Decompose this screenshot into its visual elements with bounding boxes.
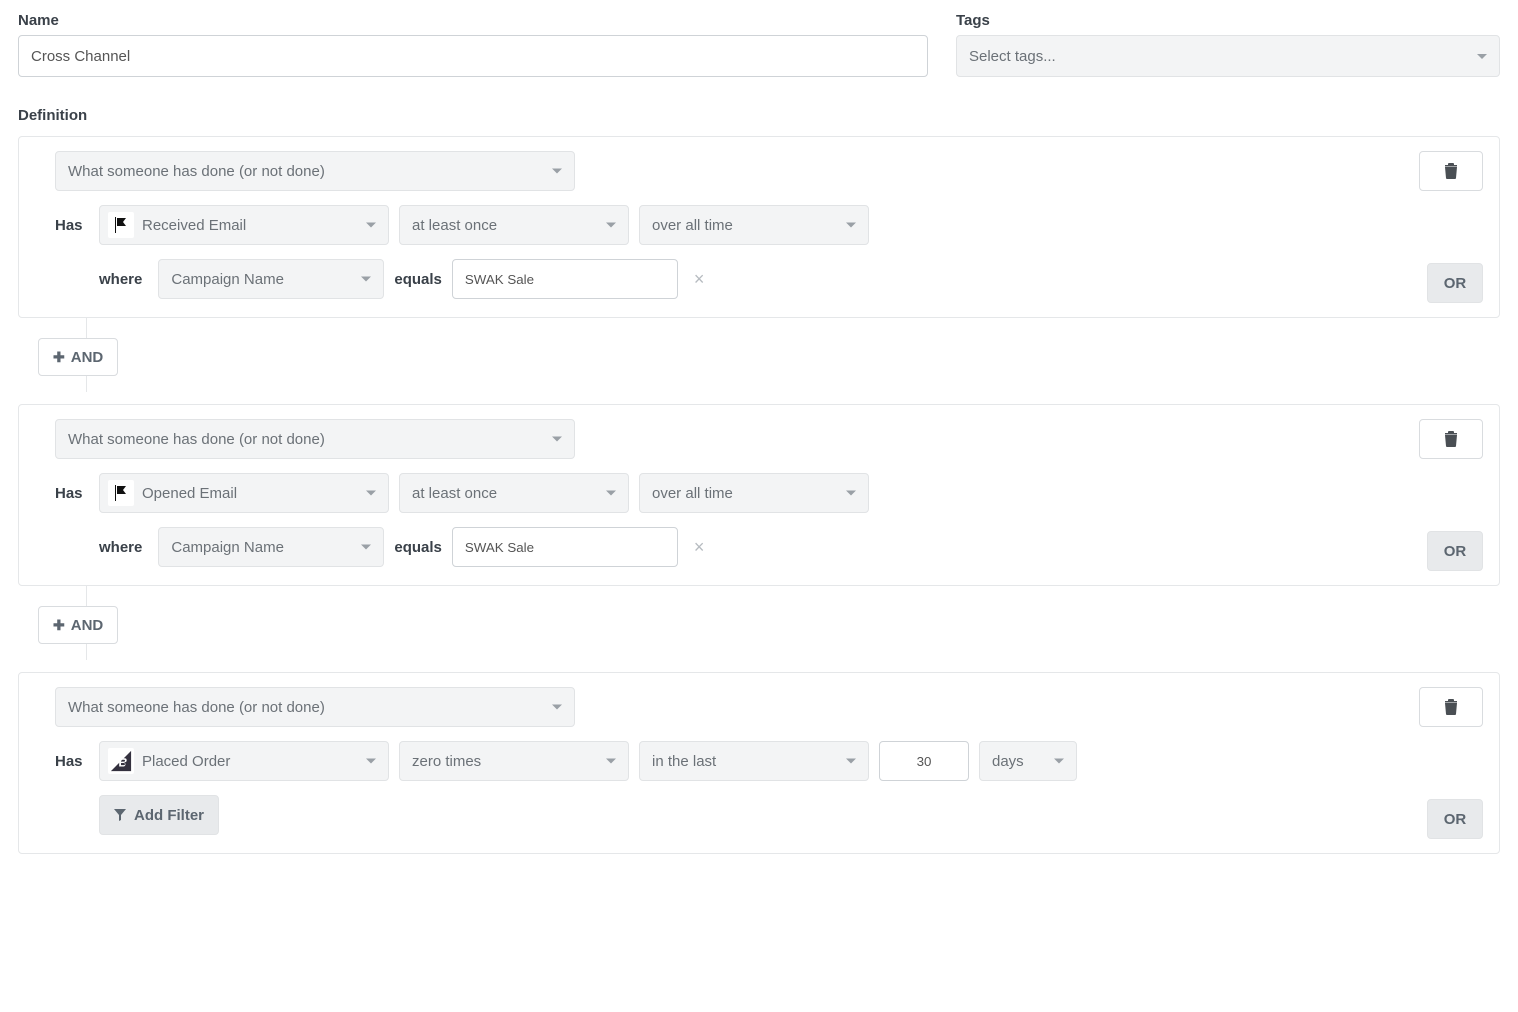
chevron-down-icon — [552, 705, 562, 710]
delete-condition-button[interactable] — [1419, 151, 1483, 191]
or-button[interactable]: OR — [1427, 263, 1483, 303]
condition-card: What someone has done (or not done) Has … — [18, 136, 1500, 318]
funnel-icon — [114, 809, 126, 821]
chevron-down-icon — [366, 759, 376, 764]
chevron-down-icon — [606, 223, 616, 228]
condition-type-dropdown[interactable]: What someone has done (or not done) — [55, 419, 575, 459]
filter-property-dropdown[interactable]: Campaign Name — [158, 259, 384, 299]
has-label: Has — [55, 217, 89, 234]
timeframe-unit-dropdown[interactable]: days — [979, 741, 1077, 781]
frequency-dropdown[interactable]: zero times — [399, 741, 629, 781]
filter-property-dropdown[interactable]: Campaign Name — [158, 527, 384, 567]
delete-condition-button[interactable] — [1419, 419, 1483, 459]
condition-card: What someone has done (or not done) Has … — [18, 672, 1500, 854]
chevron-down-icon — [552, 437, 562, 442]
plus-icon: ✚ — [53, 617, 65, 634]
action-dropdown[interactable]: Received Email — [99, 205, 389, 245]
add-and-button[interactable]: ✚AND — [38, 338, 118, 376]
filter-value-input[interactable] — [452, 527, 678, 567]
chevron-down-icon — [552, 169, 562, 174]
timeframe-amount-input[interactable] — [879, 741, 969, 781]
add-and-button[interactable]: ✚AND — [38, 606, 118, 644]
trash-icon — [1444, 699, 1458, 715]
action-dropdown[interactable]: Opened Email — [99, 473, 389, 513]
chevron-down-icon — [606, 491, 616, 496]
tags-placeholder: Select tags... — [969, 48, 1056, 65]
chevron-down-icon — [361, 277, 371, 282]
frequency-dropdown[interactable]: at least once — [399, 205, 629, 245]
condition-card: What someone has done (or not done) Has … — [18, 404, 1500, 586]
where-label: where — [99, 539, 142, 556]
filter-value-input[interactable] — [452, 259, 678, 299]
action-dropdown[interactable]: Placed Order — [99, 741, 389, 781]
equals-label: equals — [394, 271, 442, 288]
or-button[interactable]: OR — [1427, 799, 1483, 839]
timeframe-dropdown[interactable]: over all time — [639, 473, 869, 513]
bigcommerce-icon — [108, 748, 134, 774]
condition-type-dropdown[interactable]: What someone has done (or not done) — [55, 151, 575, 191]
or-button[interactable]: OR — [1427, 531, 1483, 571]
chevron-down-icon — [366, 223, 376, 228]
add-filter-button[interactable]: Add Filter — [99, 795, 219, 835]
tags-select[interactable]: Select tags... — [956, 35, 1500, 77]
name-label: Name — [18, 12, 928, 29]
chevron-down-icon — [366, 491, 376, 496]
plus-icon: ✚ — [53, 349, 65, 366]
chevron-down-icon — [846, 759, 856, 764]
condition-type-dropdown[interactable]: What someone has done (or not done) — [55, 687, 575, 727]
flag-icon — [108, 212, 134, 238]
definition-label: Definition — [18, 107, 1500, 124]
timeframe-dropdown[interactable]: in the last — [639, 741, 869, 781]
has-label: Has — [55, 485, 89, 502]
chevron-down-icon — [606, 759, 616, 764]
has-label: Has — [55, 753, 89, 770]
chevron-down-icon — [846, 223, 856, 228]
remove-filter-button[interactable]: × — [688, 269, 711, 290]
chevron-down-icon — [1054, 759, 1064, 764]
trash-icon — [1444, 431, 1458, 447]
name-input[interactable] — [18, 35, 928, 77]
equals-label: equals — [394, 539, 442, 556]
trash-icon — [1444, 163, 1458, 179]
timeframe-dropdown[interactable]: over all time — [639, 205, 869, 245]
chevron-down-icon — [846, 491, 856, 496]
frequency-dropdown[interactable]: at least once — [399, 473, 629, 513]
flag-icon — [108, 480, 134, 506]
where-label: where — [99, 271, 142, 288]
chevron-down-icon — [1477, 54, 1487, 59]
tags-label: Tags — [956, 12, 1500, 29]
remove-filter-button[interactable]: × — [688, 537, 711, 558]
chevron-down-icon — [361, 545, 371, 550]
delete-condition-button[interactable] — [1419, 687, 1483, 727]
